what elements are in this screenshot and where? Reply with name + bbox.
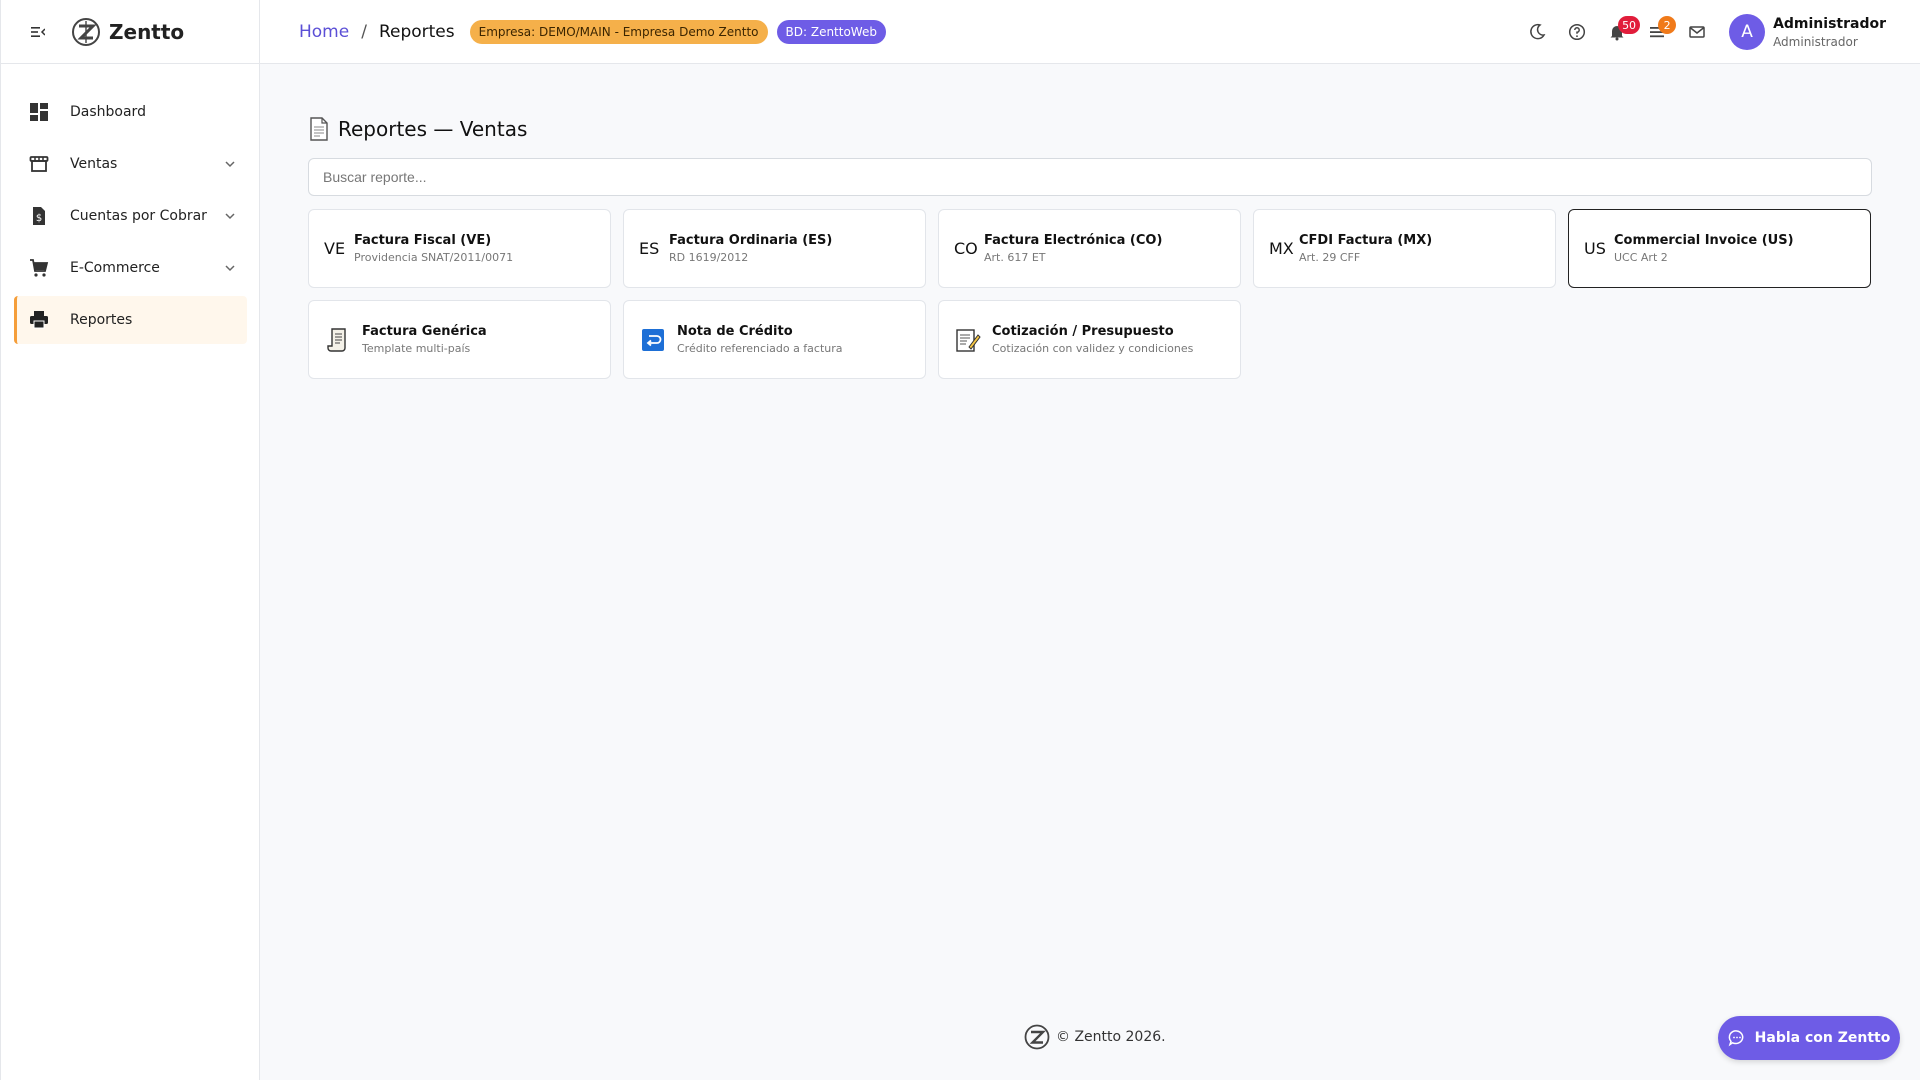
card-text: Factura Electrónica (CO) Art. 617 ET — [984, 233, 1162, 264]
card-text: Nota de Crédito Crédito referenciado a f… — [677, 324, 843, 355]
card-text: Factura Genérica Template multi-país — [362, 324, 487, 355]
menu-collapse-icon[interactable] — [27, 21, 49, 43]
printer-icon — [28, 309, 50, 331]
chevron-down-icon[interactable] — [223, 209, 237, 223]
report-card-cotizacion-presupuesto[interactable]: Cotización / Presupuesto Cotización con … — [938, 300, 1241, 379]
page-title: Reportes — Ventas — [308, 110, 1872, 148]
brand-bar: Zentto — [1, 0, 259, 64]
card-text: Cotización / Presupuesto Cotización con … — [992, 324, 1193, 355]
chevron-down-icon[interactable] — [223, 261, 237, 275]
sidebar-item-label: E-Commerce — [70, 260, 160, 276]
report-card-nota-de-credito[interactable]: Nota de Crédito Crédito referenciado a f… — [623, 300, 926, 379]
card-title: Factura Genérica — [362, 324, 487, 339]
country-code: VE — [324, 239, 346, 258]
report-card-factura-electronica-co[interactable]: CO Factura Electrónica (CO) Art. 617 ET — [938, 209, 1241, 288]
country-code: ES — [639, 239, 660, 258]
sidebar-item-ventas[interactable]: Ventas — [14, 140, 247, 188]
sidebar-nav: Dashboard Ventas $ Cuentas por Cobrar E-… — [1, 64, 259, 344]
user-info[interactable]: Administrador Administrador — [1773, 16, 1886, 49]
database-chip[interactable]: BD: ZenttoWeb — [776, 19, 886, 44]
sidebar-item-label: Cuentas por Cobrar — [70, 208, 207, 224]
user-role: Administrador — [1773, 34, 1858, 49]
header-actions: 50 2 A Administrador Administrador — [1517, 0, 1886, 64]
document-icon — [310, 117, 328, 141]
card-subtitle: Providencia SNAT/2011/0071 — [354, 251, 514, 264]
card-subtitle: Cotización con validez y condiciones — [992, 342, 1194, 355]
chat-button[interactable]: Habla con Zentto — [1718, 1016, 1900, 1060]
card-subtitle: RD 1619/2012 — [669, 251, 749, 264]
card-title: CFDI Factura (MX) — [1299, 233, 1433, 248]
moon-icon — [1530, 23, 1546, 40]
card-title: Factura Fiscal (VE) — [354, 233, 492, 248]
card-title: Commercial Invoice (US) — [1614, 233, 1794, 248]
zentto-logo-icon — [1024, 1024, 1050, 1050]
card-text: Commercial Invoice (US) UCC Art 2 — [1614, 233, 1794, 264]
zentto-logo-icon[interactable] — [71, 17, 101, 47]
top-header: Home / Reportes Empresa: DEMO/MAIN - Emp… — [260, 0, 1920, 64]
notifications-button[interactable]: 50 — [1597, 12, 1641, 52]
breadcrumb-current: Reportes — [378, 21, 455, 42]
sidebar-item-reportes[interactable]: Reportes — [14, 296, 247, 344]
help-button[interactable] — [1557, 12, 1597, 52]
chat-bubble-icon — [1728, 1030, 1744, 1047]
country-code: MX — [1269, 239, 1294, 258]
svg-text:$: $ — [36, 213, 42, 224]
page-title-text: Reportes — Ventas — [338, 117, 528, 141]
dashboard-icon — [28, 101, 50, 123]
scroll-icon — [324, 326, 352, 354]
country-code: CO — [954, 239, 978, 258]
return-arrow-icon — [639, 326, 667, 354]
report-card-cfdi-factura-mx[interactable]: MX CFDI Factura (MX) Art. 29 CFF — [1253, 209, 1556, 288]
receivable-icon: $ — [28, 205, 50, 227]
sidebar-item-label: Ventas — [70, 156, 118, 172]
card-text: Factura Ordinaria (ES) RD 1619/2012 — [669, 233, 832, 264]
brand-name[interactable]: Zentto — [109, 20, 184, 44]
report-card-factura-ordinaria-es[interactable]: ES Factura Ordinaria (ES) RD 1619/2012 — [623, 209, 926, 288]
card-subtitle: UCC Art 2 — [1614, 251, 1668, 264]
tasks-badge: 2 — [1658, 16, 1677, 34]
card-title: Nota de Crédito — [677, 324, 793, 339]
card-title: Factura Electrónica (CO) — [984, 233, 1163, 248]
card-text: CFDI Factura (MX) Art. 29 CFF — [1299, 233, 1432, 264]
footer-copyright: © Zentto 2026. — [1056, 1029, 1166, 1045]
report-card-factura-fiscal-ve[interactable]: VE Factura Fiscal (VE) Providencia SNAT/… — [308, 209, 611, 288]
breadcrumb-home-link[interactable]: Home — [299, 22, 349, 42]
messages-button[interactable] — [1677, 12, 1717, 52]
footer: © Zentto 2026. — [1024, 1024, 1166, 1050]
report-card-commercial-invoice-us[interactable]: US Commercial Invoice (US) UCC Art 2 — [1568, 209, 1871, 288]
card-subtitle: Art. 617 ET — [984, 251, 1046, 264]
mail-icon — [1689, 26, 1705, 38]
dark-mode-toggle[interactable] — [1517, 12, 1557, 52]
breadcrumb-separator: / — [361, 21, 367, 42]
chevron-down-icon[interactable] — [223, 157, 237, 171]
card-title: Factura Ordinaria (ES) — [669, 233, 833, 248]
sidebar: Zentto Dashboard Ventas $ Cuentas por Co… — [0, 0, 260, 1080]
sidebar-item-label: Reportes — [70, 312, 133, 328]
cart-icon — [28, 257, 50, 279]
report-card-grid: VE Factura Fiscal (VE) Providencia SNAT/… — [308, 209, 1872, 379]
sidebar-item-cuentas-por-cobrar[interactable]: $ Cuentas por Cobrar — [14, 192, 247, 240]
sidebar-item-e-commerce[interactable]: E-Commerce — [14, 244, 247, 292]
tasks-button[interactable]: 2 — [1637, 12, 1677, 52]
report-card-factura-generica[interactable]: Factura Genérica Template multi-país — [308, 300, 611, 379]
card-subtitle: Art. 29 CFF — [1299, 251, 1361, 264]
store-icon — [28, 153, 50, 175]
card-subtitle: Crédito referenciado a factura — [677, 342, 843, 355]
card-subtitle: Template multi-país — [362, 342, 471, 355]
help-circle-icon — [1569, 23, 1586, 41]
search-input[interactable] — [308, 158, 1872, 196]
memo-icon — [954, 326, 982, 354]
country-code: US — [1584, 239, 1606, 258]
card-text: Factura Fiscal (VE) Providencia SNAT/201… — [354, 233, 513, 264]
avatar[interactable]: A — [1729, 14, 1766, 50]
card-title: Cotización / Presupuesto — [992, 324, 1174, 339]
sidebar-item-dashboard[interactable]: Dashboard — [14, 88, 247, 136]
main-content: Reportes — Ventas VE Factura Fiscal (VE)… — [308, 110, 1872, 379]
chat-button-label: Habla con Zentto — [1754, 1030, 1891, 1046]
user-name: Administrador — [1773, 15, 1886, 32]
empresa-chip[interactable]: Empresa: DEMO/MAIN - Empresa Demo Zentto — [469, 19, 768, 44]
sidebar-item-label: Dashboard — [70, 104, 146, 120]
